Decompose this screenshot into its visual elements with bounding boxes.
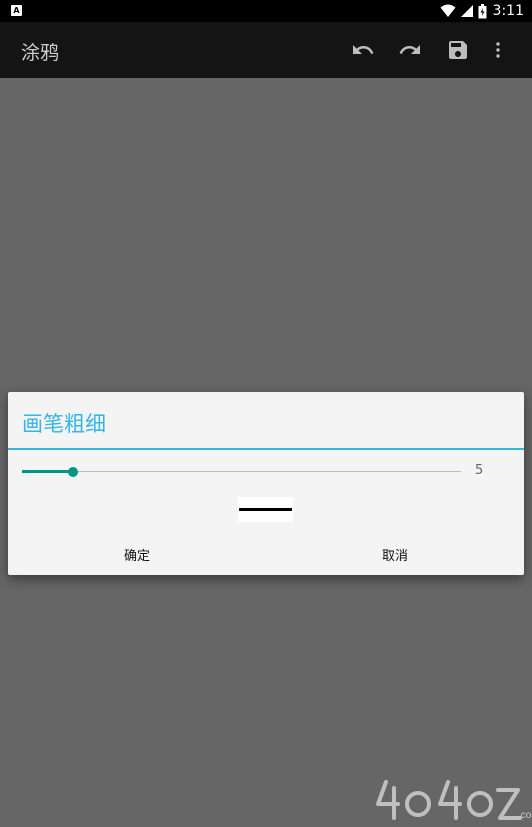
more-button[interactable]: [484, 36, 512, 64]
redo-icon: [399, 45, 420, 54]
brush-size-dialog: 画笔粗细 5 确定 取消: [8, 392, 524, 575]
save-icon: [449, 41, 467, 59]
app-bar: 涂鸦: [0, 22, 532, 78]
undo-button[interactable]: [349, 36, 377, 64]
brush-size-slider[interactable]: [22, 462, 462, 482]
dialog-title: 画笔粗细: [22, 412, 106, 436]
app-title: 涂鸦: [21, 42, 60, 64]
dialog-title-divider: [8, 448, 524, 450]
more-vert-icon: [496, 42, 500, 58]
status-time: 3:11: [492, 3, 524, 19]
notification-icon: A: [11, 5, 22, 16]
slider-thumb[interactable]: [68, 467, 78, 477]
confirm-button[interactable]: 确定: [87, 539, 187, 570]
save-button[interactable]: [444, 36, 472, 64]
slider-track: [22, 471, 461, 472]
svg-text:.com: .com: [518, 810, 532, 821]
battery-icon: [478, 3, 487, 18]
system-icons: 3:11: [440, 2, 524, 20]
redo-button[interactable]: [396, 36, 424, 64]
brush-preview: [238, 497, 293, 522]
brush-preview-stroke: [239, 508, 292, 511]
cell-signal-icon: [460, 5, 473, 17]
undo-icon: [353, 45, 374, 54]
slider-value-label: 5: [475, 463, 484, 478]
wifi-icon: [440, 4, 456, 17]
watermark-logo: .com: [376, 780, 532, 821]
slider-fill: [22, 470, 73, 473]
cancel-button[interactable]: 取消: [345, 539, 445, 570]
status-bar: A 3:11: [0, 0, 532, 22]
